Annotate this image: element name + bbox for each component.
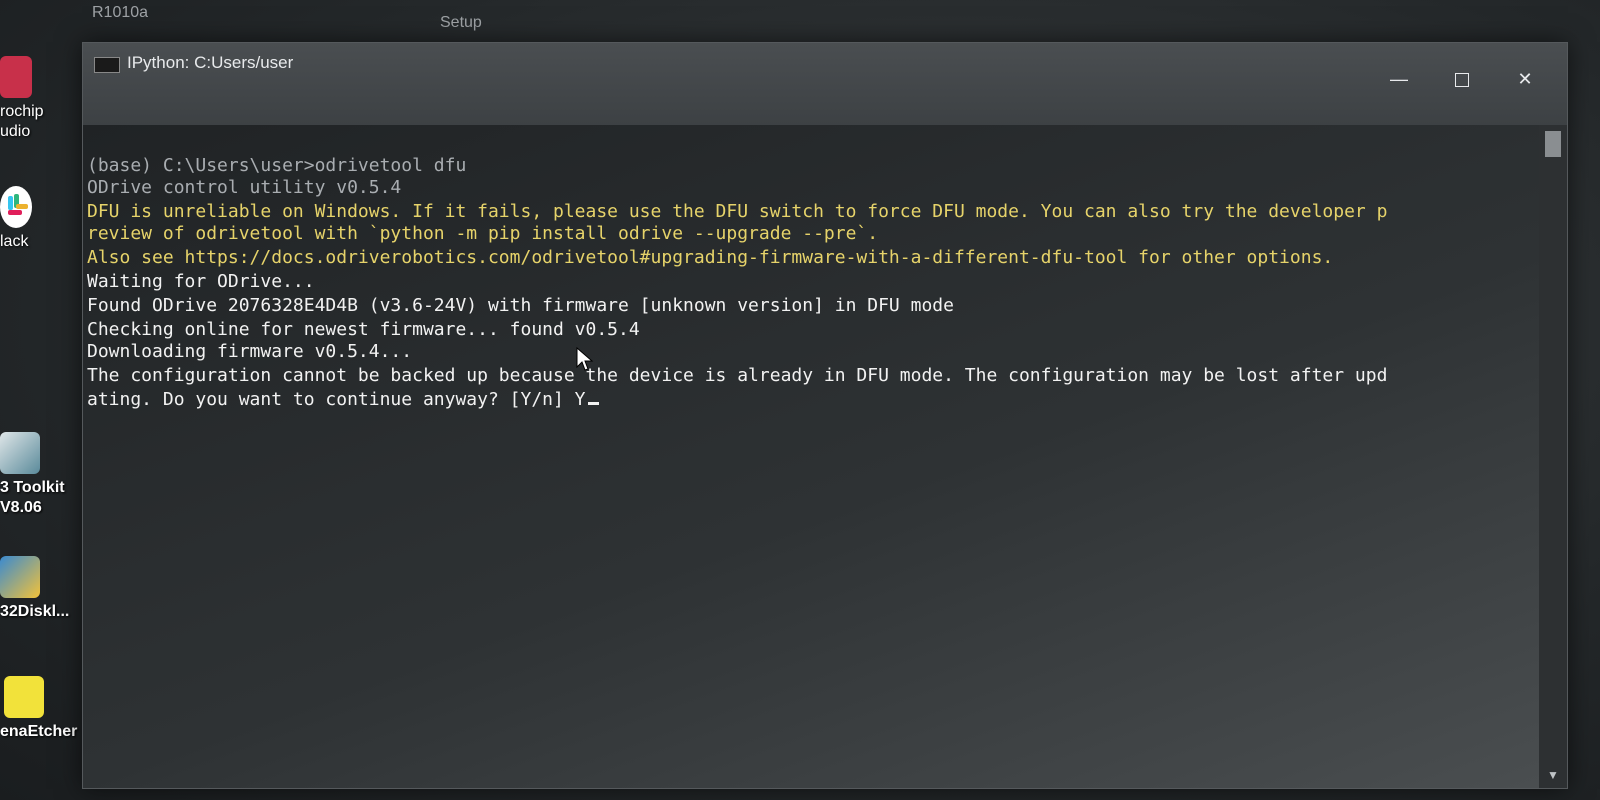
maximize-button[interactable] <box>1445 65 1479 93</box>
console-line: Downloading firmware v0.5.4... <box>87 341 413 362</box>
desktop-top-label: Setup <box>440 14 482 31</box>
vertical-scrollbar[interactable]: ▼ <box>1539 125 1567 788</box>
window-titlebar[interactable]: IPython: C:Users/user — ✕ <box>83 43 1567 125</box>
console-line: Found ODrive 2076328E4D4B (v3.6-24V) wit… <box>87 295 954 316</box>
desktop-top-label: R1010a <box>92 4 149 21</box>
disk-imager-icon <box>0 556 40 598</box>
console-output[interactable]: (base) C:\Users\user>odrivetool dfu ODri… <box>83 125 1539 788</box>
desktop-icon-label: 3 Toolkit V8.06 <box>0 479 65 516</box>
desktop-icon-label: lack <box>0 233 29 250</box>
desktop-icon-microchip-studio[interactable]: rochip udio <box>0 56 78 142</box>
text-cursor <box>587 402 599 405</box>
window-title: IPython: C:Users/user <box>127 53 294 72</box>
mouse-pointer-icon <box>576 347 594 371</box>
microchip-icon <box>0 56 32 98</box>
desktop-icon-label: rochip udio <box>0 103 44 140</box>
console-line: The configuration cannot be backed up be… <box>87 365 1388 386</box>
maximize-icon <box>1455 73 1469 88</box>
console-line: Waiting for ODrive... <box>87 271 315 292</box>
desktop-icon-label: enaEtcher <box>0 723 78 740</box>
desktop-icon-balenaetcher[interactable]: enaEtcher <box>0 676 78 742</box>
console-line: ODrive control utility v0.5.4 <box>87 177 402 198</box>
console-line: Checking online for newest firmware... f… <box>87 319 640 340</box>
console-line: review of odrivetool with `python -m pip… <box>87 223 879 244</box>
minimize-button[interactable]: — <box>1382 65 1416 93</box>
desktop-icon-win32diskimager[interactable]: 32Diskl... <box>0 556 78 622</box>
console-line: (base) C:\Users\user>odrivetool dfu <box>87 155 467 176</box>
scroll-down-arrow-icon[interactable]: ▼ <box>1545 768 1561 782</box>
console-app-icon <box>94 57 120 73</box>
slack-icon <box>0 186 32 228</box>
console-prompt-line[interactable]: ating. Do you want to continue anyway? [… <box>87 389 599 411</box>
console-prompt-text: ating. Do you want to continue anyway? [… <box>87 389 586 410</box>
toolkit-icon <box>0 432 40 474</box>
desktop-icon-toolkit[interactable]: 3 Toolkit V8.06 <box>0 432 78 518</box>
etcher-cube-icon <box>4 676 44 718</box>
desktop-icon-slack[interactable]: lack <box>0 186 78 252</box>
scrollbar-thumb[interactable] <box>1545 131 1561 157</box>
console-line: DFU is unreliable on Windows. If it fail… <box>87 201 1388 222</box>
desktop: R1010a Setup rochip udio lack 3 Toolkit … <box>0 0 1600 800</box>
close-button[interactable]: ✕ <box>1508 65 1542 93</box>
console-line: Also see https://docs.odriverobotics.com… <box>87 247 1334 268</box>
desktop-icon-label: 32Diskl... <box>0 603 70 620</box>
ipython-console-window[interactable]: IPython: C:Users/user — ✕ (base) C:\User… <box>82 42 1568 789</box>
